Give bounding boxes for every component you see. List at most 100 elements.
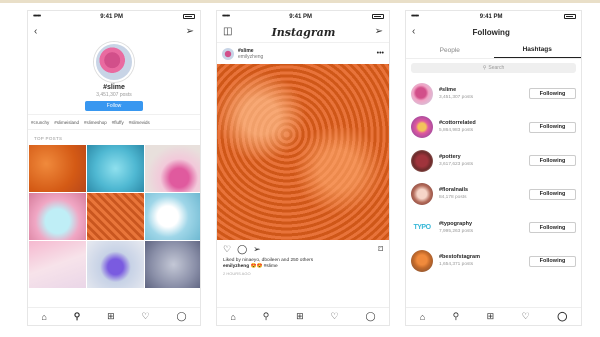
- add-icon[interactable]: ⊞: [487, 311, 495, 322]
- hashtag-post-count: 3,451,307 posts: [439, 94, 474, 100]
- more-icon[interactable]: •••: [377, 50, 384, 57]
- nav-bar: ‹ Following: [406, 22, 581, 42]
- home-icon[interactable]: ⌂: [420, 312, 425, 322]
- list-item[interactable]: #bestofstagram 1,654,371 posts Following: [406, 245, 581, 279]
- battery-icon: [182, 14, 195, 19]
- post-username[interactable]: emilyzheng: [238, 54, 263, 60]
- following-button[interactable]: Following: [529, 155, 576, 167]
- post-thumbnail[interactable]: [87, 193, 144, 240]
- add-icon[interactable]: ⊞: [107, 311, 115, 322]
- hashtag-name: #typography: [439, 220, 473, 227]
- follow-button[interactable]: Follow: [85, 101, 143, 111]
- like-heart-icon[interactable]: ♡: [223, 244, 231, 255]
- post-avatar[interactable]: [222, 47, 234, 60]
- following-button[interactable]: Following: [529, 188, 576, 200]
- hashtag-thumbnail: [411, 183, 433, 206]
- camera-icon[interactable]: ◫: [223, 27, 232, 37]
- post-user: #slime emilyzheng: [238, 48, 263, 60]
- post-thumbnail[interactable]: [87, 241, 144, 288]
- hashtag-post-count: 84,178 posts: [439, 195, 467, 201]
- top-posts-label: TOP POSTS: [34, 136, 63, 141]
- hashtag-name: #bestofstagram: [439, 254, 480, 261]
- related-hashtag[interactable]: #slimeshop: [84, 120, 107, 125]
- hashtag-post-count: 7,995,263 posts: [439, 228, 474, 234]
- post-thumbnail[interactable]: [29, 145, 86, 192]
- list-item[interactable]: #cottorrelated 5,864,983 posts Following: [406, 111, 581, 145]
- hashtag-thumbnail: [411, 82, 433, 105]
- hashtag-name: #slime: [439, 86, 457, 93]
- post-thumbnail[interactable]: [145, 145, 200, 192]
- related-hashtags: #crunchy #slimeisland #slimeshop #fluffy…: [28, 114, 200, 130]
- post-thumbnail[interactable]: [145, 241, 200, 288]
- post-thumbnail[interactable]: [29, 241, 86, 288]
- send-icon[interactable]: ➢: [375, 27, 383, 37]
- following-button[interactable]: Following: [529, 88, 576, 100]
- add-icon[interactable]: ⊞: [296, 311, 304, 322]
- list-item[interactable]: #slime 3,451,307 posts Following: [406, 77, 581, 111]
- hashtag-thumbnail: [411, 250, 433, 273]
- search-icon[interactable]: ⚲: [263, 311, 270, 322]
- signal-icon: •••••: [33, 13, 41, 20]
- home-icon[interactable]: ⌂: [41, 312, 46, 322]
- activity-icon[interactable]: ♡: [522, 311, 530, 322]
- screenshot: ••••• 9:41 PM ‹ ➢ #slime 3,451,307 posts…: [0, 0, 600, 337]
- comment-icon[interactable]: ◯: [237, 244, 247, 255]
- share-icon[interactable]: ➢: [253, 244, 261, 255]
- list-item[interactable]: #pottery 3,617,623 posts Following: [406, 144, 581, 178]
- post-actions: ♡ ◯ ➢ ⌑: [217, 240, 389, 258]
- hashtag-name: #pottery: [439, 153, 461, 160]
- related-hashtag[interactable]: #crunchy: [31, 120, 49, 125]
- profile-icon[interactable]: ◯: [365, 311, 375, 322]
- back-icon[interactable]: ‹: [412, 27, 415, 37]
- search-input[interactable]: ⚲ Search: [411, 63, 576, 73]
- nav-bar: ‹ ➢: [28, 22, 200, 42]
- activity-icon[interactable]: ♡: [142, 311, 150, 322]
- hashtag-thumbnail: [411, 116, 433, 139]
- tab-hashtags[interactable]: Hashtags: [493, 42, 581, 58]
- related-hashtag[interactable]: #slimeisland: [54, 120, 79, 125]
- list-item[interactable]: TYPO #typography 7,995,263 posts Followi…: [406, 211, 581, 245]
- status-time: 9:41 PM: [289, 13, 312, 20]
- caption: emilyzheng 😍😍 #slime: [217, 263, 389, 270]
- tab-bar: ⌂ ⚲ ⊞ ♡ ◯: [28, 307, 200, 325]
- caption-text: 😍😍 #slime: [250, 264, 278, 269]
- signal-icon: •••••: [222, 13, 230, 20]
- search-icon[interactable]: ⚲: [74, 311, 81, 322]
- hashtag-post-count: 3,617,623 posts: [439, 161, 474, 167]
- post-image[interactable]: [217, 64, 389, 240]
- tab-bar: ⌂ ⚲ ⊞ ♡ ◯: [217, 307, 389, 325]
- send-icon[interactable]: ➢: [186, 27, 194, 37]
- phone-following: ••••• 9:41 PM ‹ Following People Hashtag…: [405, 10, 582, 326]
- following-button[interactable]: Following: [529, 222, 576, 234]
- hashtag-thumbnail: TYPO: [411, 216, 433, 239]
- caption-username[interactable]: emilyzheng: [223, 264, 249, 269]
- profile-icon[interactable]: ◯: [557, 311, 567, 322]
- profile-icon[interactable]: ◯: [176, 311, 186, 322]
- hashtag-info: #slime 3,451,307 posts: [439, 87, 523, 101]
- back-icon[interactable]: ‹: [34, 27, 37, 37]
- status-time: 9:41 PM: [100, 13, 123, 20]
- status-bar: ••••• 9:41 PM: [406, 11, 581, 22]
- post-header: #slime emilyzheng •••: [217, 42, 389, 64]
- tab-people[interactable]: People: [406, 42, 494, 58]
- bookmark-icon[interactable]: ⌑: [378, 244, 383, 255]
- hashtag-info: #floralnails 84,178 posts: [439, 187, 523, 201]
- hashtag-post-count: 3,451,307 posts: [96, 92, 132, 98]
- signal-icon: •••••: [411, 13, 419, 20]
- search-icon[interactable]: ⚲: [453, 311, 460, 322]
- home-icon[interactable]: ⌂: [230, 312, 235, 322]
- following-button[interactable]: Following: [529, 255, 576, 267]
- following-button[interactable]: Following: [529, 121, 576, 133]
- search-icon: ⚲: [482, 65, 487, 71]
- list-item[interactable]: #floralnails 84,178 posts Following: [406, 178, 581, 212]
- battery-icon: [563, 14, 576, 19]
- segmented-tabs: People Hashtags: [406, 42, 581, 59]
- related-hashtag[interactable]: #fluffy: [112, 120, 124, 125]
- post-thumbnail[interactable]: [145, 193, 200, 240]
- activity-icon[interactable]: ♡: [331, 311, 339, 322]
- post-thumbnail[interactable]: [29, 193, 86, 240]
- related-hashtag[interactable]: #slimevids: [129, 120, 150, 125]
- status-time: 9:41 PM: [479, 13, 503, 20]
- tab-bar: ⌂ ⚲ ⊞ ♡ ◯: [406, 307, 581, 325]
- post-thumbnail[interactable]: [87, 145, 144, 192]
